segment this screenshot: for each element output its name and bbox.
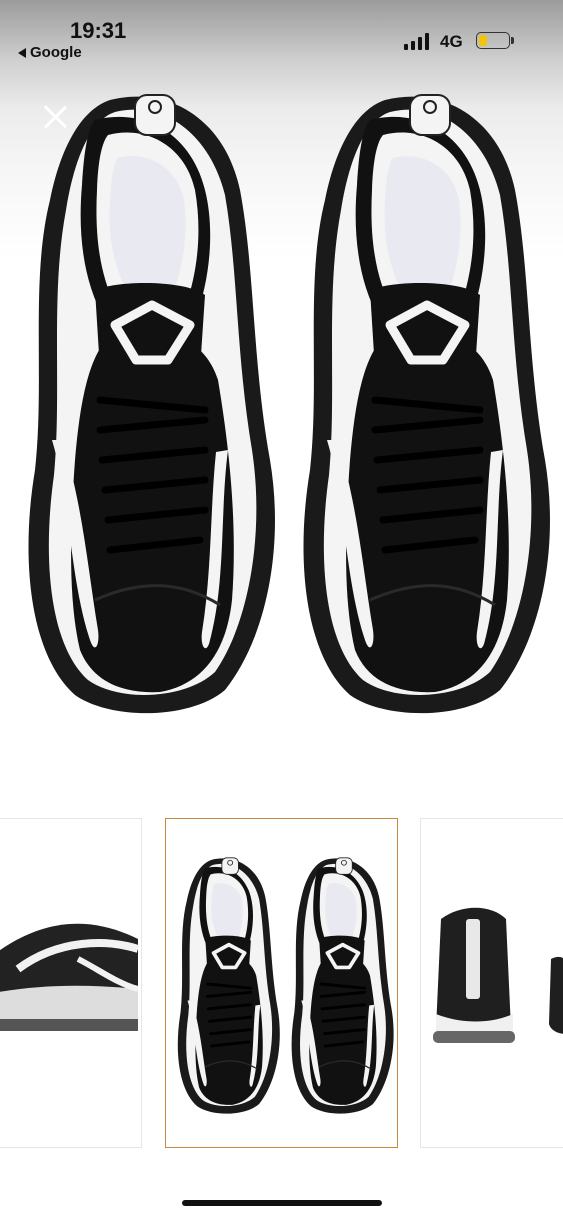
back-app-label: Google [30,44,82,61]
network-type: 4G [440,32,463,51]
back-to-app-link[interactable]: Google [18,44,82,61]
thumbnail-strip [0,818,563,1150]
status-bar: 19:31 Google 4G [0,0,563,70]
battery-icon [476,32,514,49]
thumbnail-side-view[interactable] [0,818,142,1148]
back-arrow-icon [18,47,26,58]
thumbnail-top-view[interactable] [165,818,398,1148]
signal-icon [404,32,430,50]
home-indicator[interactable] [182,1200,382,1206]
thumbnail-back-view[interactable] [420,818,563,1148]
main-product-image[interactable] [0,80,563,720]
status-time: 19:31 [70,18,127,43]
